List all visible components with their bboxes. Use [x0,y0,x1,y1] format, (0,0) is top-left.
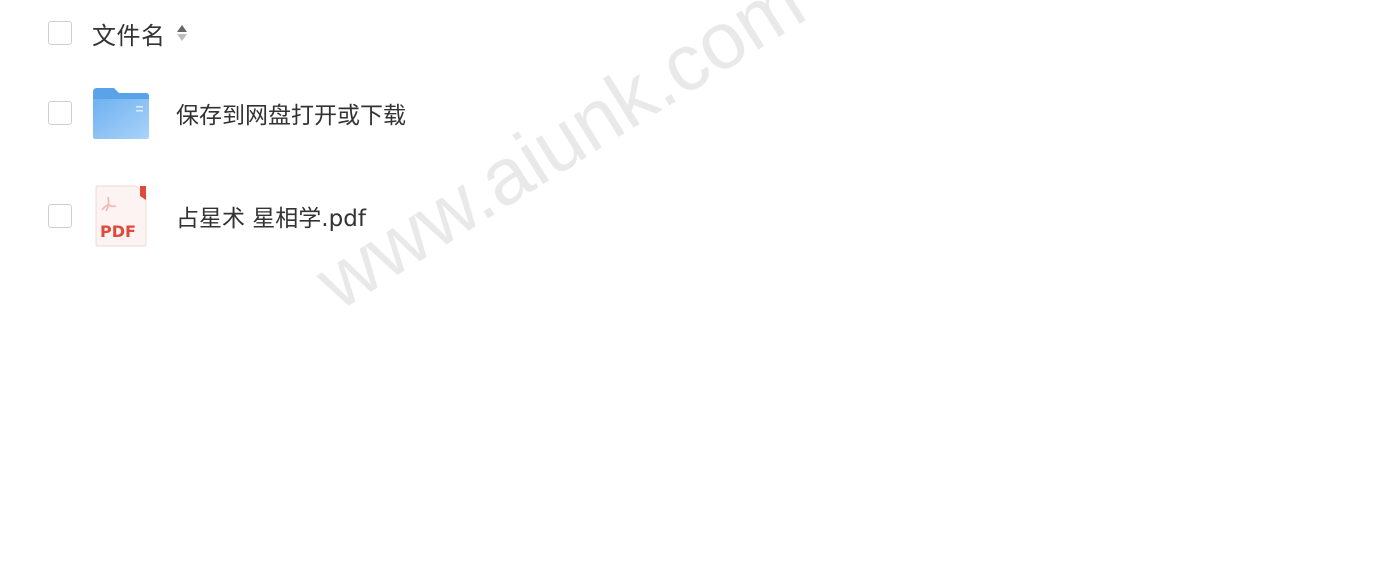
watermark: www.aiunk.com [300,0,819,327]
folder-icon[interactable] [92,84,150,142]
file-row-pdf[interactable]: PDF 占星术 星相学.pdf [48,184,366,248]
file-name[interactable]: 保存到网盘打开或下载 [176,96,406,130]
row-checkbox[interactable] [48,204,72,228]
pdf-file-icon[interactable]: PDF [92,184,150,248]
pdf-icon-label: PDF [100,222,136,241]
file-row-folder[interactable]: 保存到网盘打开或下载 [48,84,406,142]
column-header-filename[interactable]: 文件名 [92,16,166,51]
sort-up-down-icon[interactable] [176,22,188,44]
file-list-header: 文件名 [48,15,188,51]
row-checkbox[interactable] [48,101,72,125]
file-list-page: 文件名 保存到网盘打开或下载 PDF 占星术 星相学.pdf www.aiunk… [0,0,1384,588]
file-name[interactable]: 占星术 星相学.pdf [176,199,366,233]
select-all-checkbox[interactable] [48,21,72,45]
